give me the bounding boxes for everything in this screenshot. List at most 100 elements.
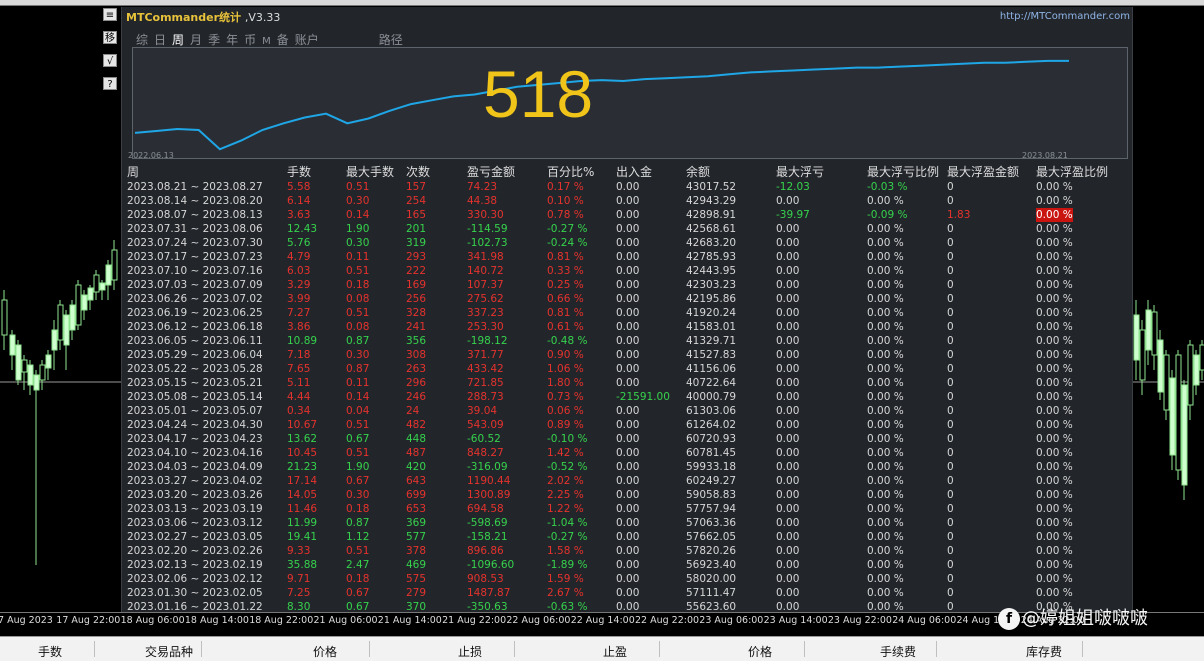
table-cell: 1.06 % (547, 363, 584, 375)
tab-6[interactable]: 币 (244, 31, 256, 48)
table-header-cell[interactable]: 最大浮亏 (776, 164, 824, 180)
table-cell: 56923.40 (686, 559, 737, 571)
tool-button-check[interactable]: √ (103, 54, 117, 67)
table-header-cell[interactable]: 出入金 (616, 164, 652, 180)
table-cell: 13.62 (287, 433, 318, 445)
table-row[interactable]: 2023.02.27 ~ 2023.03.05 19.41 1.12 577 -158.… (122, 530, 1132, 544)
table-cell: 61264.02 (686, 419, 737, 431)
tab-2[interactable]: 周 (172, 31, 184, 48)
order-column-header[interactable]: 价格 (313, 643, 337, 660)
table-row[interactable]: 2023.04.24 ~ 2023.04.30 10.67 0.51 482 543.0… (122, 418, 1132, 432)
table-cell: 0 (947, 195, 954, 207)
table-cell: 42785.93 (686, 251, 737, 263)
tab-9[interactable]: 账户 (295, 31, 319, 48)
table-row[interactable]: 2023.02.20 ~ 2023.02.26 9.33 0.51 378 896.86… (122, 544, 1132, 558)
table-row[interactable]: 2023.01.16 ~ 2023.01.22 8.30 0.67 370 -350.6… (122, 600, 1132, 612)
table-cell: 57820.26 (686, 545, 737, 557)
tab-0[interactable]: 综 (136, 31, 148, 48)
tab-4[interactable]: 季 (208, 31, 220, 48)
table-cell: 0.00 (776, 545, 800, 557)
table-cell: 0.00 (776, 587, 800, 599)
table-cell: 2023.06.26 ~ 2023.07.02 (127, 293, 263, 305)
table-cell: 448 (406, 433, 427, 445)
order-column-header[interactable]: 库存费 (1026, 643, 1062, 660)
table-row[interactable]: 2023.07.24 ~ 2023.07.30 5.76 0.30 319 -102.7… (122, 236, 1132, 250)
table-header-cell[interactable]: 次数 (406, 164, 430, 180)
table-row[interactable]: 2023.06.26 ~ 2023.07.02 3.99 0.08 256 275.62… (122, 292, 1132, 306)
table-row[interactable]: 2023.03.06 ~ 2023.03.12 11.99 0.87 369 -598.… (122, 516, 1132, 530)
table-row[interactable]: 2023.08.07 ~ 2023.08.13 3.63 0.14 165 330.30… (122, 208, 1132, 222)
table-row[interactable]: 2023.07.10 ~ 2023.07.16 6.03 0.51 222 140.72… (122, 264, 1132, 278)
table-cell: 263 (406, 363, 427, 375)
table-row[interactable]: 2023.02.06 ~ 2023.02.12 9.71 0.18 575 908.53… (122, 572, 1132, 586)
tab-5[interactable]: 年 (226, 31, 238, 48)
table-cell: 0.00 % (867, 503, 904, 515)
table-cell: 2023.04.10 ~ 2023.04.16 (127, 447, 263, 459)
table-row[interactable]: 2023.05.22 ~ 2023.05.28 7.65 0.87 263 433.42… (122, 362, 1132, 376)
order-column-header[interactable]: 止盈 (603, 643, 627, 660)
table-row[interactable]: 2023.03.13 ~ 2023.03.19 11.46 0.18 653 694.5… (122, 502, 1132, 516)
table-row[interactable]: 2023.02.13 ~ 2023.02.19 35.88 2.47 469 -1096… (122, 558, 1132, 572)
candle-body (105, 264, 112, 286)
table-header-cell[interactable]: 手数 (287, 164, 311, 180)
tab-8[interactable]: 备 (277, 31, 289, 48)
table-row[interactable]: 2023.04.17 ~ 2023.04.23 13.62 0.67 448 -60.5… (122, 432, 1132, 446)
table-header-cell[interactable]: 盈亏金额 (467, 164, 515, 180)
order-column-header[interactable]: 价格 (748, 643, 772, 660)
table-header-cell[interactable]: 余额 (686, 164, 710, 180)
tool-button-help[interactable]: ? (103, 77, 117, 90)
table-cell: 2023.08.14 ~ 2023.08.20 (127, 195, 263, 207)
table-row[interactable]: 2023.04.10 ~ 2023.04.16 10.45 0.51 487 848.2… (122, 446, 1132, 460)
table-cell: 0.04 (346, 405, 370, 417)
table-row[interactable]: 2023.06.19 ~ 2023.06.25 7.27 0.51 328 337.23… (122, 306, 1132, 320)
table-header-cell[interactable]: 最大浮盈比例 (1036, 164, 1108, 180)
table-row[interactable]: 2023.07.03 ~ 2023.07.09 3.29 0.18 169 107.37… (122, 278, 1132, 292)
tab-3[interactable]: 月 (190, 31, 202, 48)
table-header-cell[interactable]: 最大浮亏比例 (867, 164, 939, 180)
table-cell: 0 (947, 447, 954, 459)
table-header-cell[interactable]: 最大浮盈金额 (947, 164, 1019, 180)
tool-button-move[interactable]: 移 (103, 31, 117, 44)
table-row[interactable]: 2023.06.05 ~ 2023.06.11 10.89 0.87 356 -198.… (122, 334, 1132, 348)
tool-button-menu[interactable]: ≡ (103, 8, 117, 21)
panel-url-link[interactable]: http://MTCommander.com (1000, 11, 1130, 22)
table-row[interactable]: 2023.07.31 ~ 2023.08.06 12.43 1.90 201 -114.… (122, 222, 1132, 236)
table-cell: 0.00 % (867, 391, 904, 403)
table-row[interactable]: 2023.05.01 ~ 2023.05.07 0.34 0.04 24 39.04 0.… (122, 404, 1132, 418)
order-column-header[interactable]: 止损 (458, 643, 482, 660)
table-cell: 0.67 (346, 475, 370, 487)
table-cell: 694.58 (467, 503, 504, 515)
table-row[interactable]: 2023.01.30 ~ 2023.02.05 7.25 0.67 279 1487.8… (122, 586, 1132, 600)
table-row[interactable]: 2023.03.20 ~ 2023.03.26 14.05 0.30 699 1300.… (122, 488, 1132, 502)
table-cell: 482 (406, 419, 427, 431)
table-row[interactable]: 2023.08.21 ~ 2023.08.27 5.58 0.51 157 74.23 0… (122, 180, 1132, 194)
candle-body (21, 359, 28, 373)
table-header-cell[interactable]: 周 (127, 164, 139, 180)
table-cell: 0.00 (616, 321, 640, 333)
candle-body (1139, 329, 1146, 381)
table-row[interactable]: 2023.05.29 ~ 2023.06.04 7.18 0.30 308 371.77… (122, 348, 1132, 362)
tab-1[interactable]: 日 (154, 31, 166, 48)
table-cell: 0.00 % (1036, 559, 1073, 571)
order-column-header[interactable]: 手数 (38, 643, 62, 660)
tab-10[interactable]: 路径 (379, 31, 403, 48)
table-cell: 0 (947, 405, 954, 417)
table-row[interactable]: 2023.07.17 ~ 2023.07.23 4.79 0.11 293 341.98… (122, 250, 1132, 264)
order-column-header[interactable]: 手续费 (880, 643, 916, 660)
table-header-cell[interactable]: 百分比% (547, 164, 594, 180)
table-row[interactable]: 2023.03.27 ~ 2023.04.02 17.14 0.67 643 1190.… (122, 474, 1132, 488)
table-cell: 0.00 % (1036, 531, 1073, 543)
table-row[interactable]: 2023.06.12 ~ 2023.06.18 3.86 0.08 241 253.30… (122, 320, 1132, 334)
table-cell: 0.00 % (867, 265, 904, 277)
table-row[interactable]: 2023.05.15 ~ 2023.05.21 5.11 0.11 296 721.85… (122, 376, 1132, 390)
order-column-header[interactable]: 交易品种 (145, 643, 193, 660)
table-cell: 1.80 % (547, 377, 584, 389)
tab-7[interactable]: M (262, 36, 271, 47)
table-cell: 42303.23 (686, 279, 737, 291)
table-row[interactable]: 2023.04.03 ~ 2023.04.09 21.23 1.90 420 -316.… (122, 460, 1132, 474)
candle-body (1175, 354, 1182, 471)
table-row[interactable]: 2023.05.08 ~ 2023.05.14 4.44 0.14 246 288.73… (122, 390, 1132, 404)
table-row[interactable]: 2023.08.14 ~ 2023.08.20 6.14 0.30 254 44.38 0… (122, 194, 1132, 208)
table-header-cell[interactable]: 最大手数 (346, 164, 394, 180)
column-separator (1082, 641, 1083, 657)
